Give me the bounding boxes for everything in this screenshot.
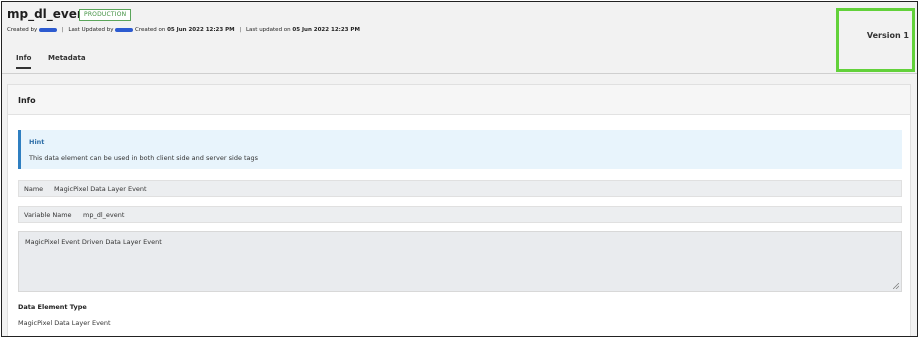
version-label: Version 1 [866, 31, 909, 40]
info-panel: Info Hint This data element can be used … [7, 84, 911, 336]
section-title: Info [18, 96, 36, 105]
status-badge: PRODUCTION [79, 9, 132, 21]
page-header: mp_dl_event PRODUCTION Created by | Last… [2, 2, 917, 74]
separator: | [239, 27, 242, 33]
tab-metadata[interactable]: Metadata [48, 54, 86, 67]
last-updated-on-value: 05 Jun 2022 12:23 PM [292, 27, 360, 33]
app-window: mp_dl_event PRODUCTION Created by | Last… [1, 1, 918, 337]
created-on-label: Created on [134, 27, 166, 33]
name-value: MagicPixel Data Layer Event [54, 185, 147, 193]
name-label: Name [24, 185, 44, 193]
last-updated-on-label: Last updated on [245, 27, 291, 33]
audit-info: Created by | Last Updated by Created on … [7, 27, 360, 33]
description-text: MagicPixel Event Driven Data Layer Event [25, 238, 162, 246]
data-element-type-value: MagicPixel Data Layer Event [18, 319, 111, 327]
resize-handle-icon[interactable] [893, 283, 899, 289]
redacted-user [115, 27, 134, 32]
created-by-label: Created by [7, 27, 38, 33]
last-updated-by-label: Last Updated by [68, 27, 114, 33]
tab-info[interactable]: Info [16, 54, 32, 69]
hint-box: Hint This data element can be used in bo… [18, 130, 902, 169]
data-element-type-label: Data Element Type [18, 303, 87, 311]
created-on-value: 05 Jun 2022 12:23 PM [167, 27, 235, 33]
variable-name-field[interactable]: Variable Name mp_dl_event [18, 206, 902, 223]
hint-text: This data element can be used in both cl… [29, 154, 259, 162]
variable-name-value: mp_dl_event [83, 211, 125, 219]
hint-title: Hint [29, 138, 45, 146]
info-panel-header: Info [8, 85, 910, 115]
description-textarea[interactable]: MagicPixel Event Driven Data Layer Event [18, 231, 902, 292]
separator: | [61, 27, 64, 33]
variable-name-label: Variable Name [24, 211, 72, 219]
redacted-user [39, 27, 58, 32]
name-field[interactable]: Name MagicPixel Data Layer Event [18, 180, 902, 197]
version-highlight-box: Version 1 [836, 8, 915, 72]
